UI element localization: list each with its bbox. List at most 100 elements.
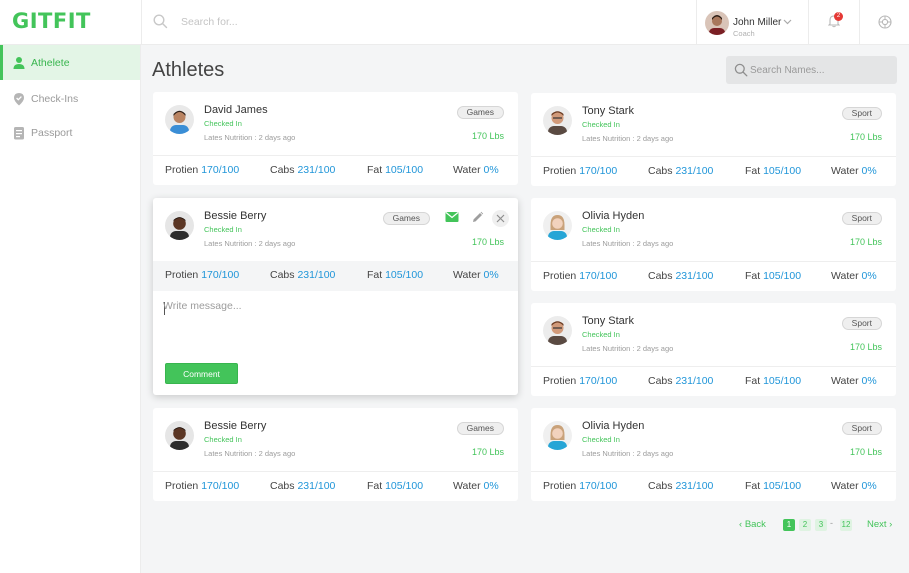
carbs-stat: Cabs 231/100: [648, 270, 714, 282]
nutrition-stats: Protien 170/100 Cabs 231/100 Fat 105/100…: [531, 156, 896, 186]
category-tag: Games: [382, 212, 430, 225]
carbs-stat: Cabs 231/100: [270, 480, 336, 492]
page-3[interactable]: 3: [815, 519, 827, 531]
page-2[interactable]: 2: [799, 519, 811, 531]
sidebar-item-athelete[interactable]: Athelete: [0, 45, 140, 80]
athlete-card[interactable]: Olivia Hyden Checked In Lates Nutrition …: [531, 198, 896, 291]
nutrition-stats: Protien 170/100 Cabs 231/100 Fat 105/100…: [531, 366, 896, 396]
checkin-status: Checked In: [204, 225, 242, 234]
page-12[interactable]: 12: [840, 519, 852, 531]
fat-stat: Fat 105/100: [745, 375, 802, 387]
water-stat: Water 0%: [831, 375, 877, 387]
athlete-name[interactable]: Olivia Hyden: [582, 420, 644, 432]
top-bar: GITFIT John Miller Coach 2: [0, 0, 909, 45]
carbs-stat: Cabs 231/100: [648, 480, 714, 492]
fat-stat: Fat 105/100: [367, 269, 424, 281]
checkin-status: Checked In: [582, 435, 620, 444]
nutrition-note: Lates Nutrition : 2 days ago: [582, 449, 674, 458]
athlete-name[interactable]: Tony Stark: [582, 105, 634, 117]
pagination-ellipsis: -: [830, 518, 833, 528]
fat-stat: Fat 105/100: [745, 270, 802, 282]
pagination-back[interactable]: ‹ Back: [739, 519, 766, 530]
athlete-card[interactable]: Tony Stark Checked In Lates Nutrition : …: [531, 93, 896, 186]
fat-stat: Fat 105/100: [745, 480, 802, 492]
protein-stat: Protien 170/100: [543, 480, 618, 492]
athlete-weight: 170 Lbs: [471, 131, 504, 141]
protein-stat: Protien 170/100: [543, 165, 618, 177]
protein-stat: Protien 170/100: [543, 375, 618, 387]
checkin-status: Checked In: [582, 120, 620, 129]
fat-stat: Fat 105/100: [367, 480, 424, 492]
nutrition-note: Lates Nutrition : 2 days ago: [582, 344, 674, 353]
category-tag: Sport: [841, 422, 882, 435]
athlete-avatar: [543, 211, 572, 240]
athlete-card[interactable]: Tony Stark Checked In Lates Nutrition : …: [531, 303, 896, 396]
search-icon: [734, 63, 748, 77]
sidebar: Athelete Check-Ins Passport: [0, 45, 141, 573]
chevron-down-icon: [783, 19, 792, 25]
water-stat: Water 0%: [831, 480, 877, 492]
carbs-stat: Cabs 231/100: [648, 375, 714, 387]
athlete-avatar: [165, 105, 194, 134]
athlete-weight: 170 Lbs: [471, 237, 504, 247]
sidebar-item-label: Passport: [31, 127, 73, 139]
category-tag: Sport: [841, 107, 882, 120]
athlete-name[interactable]: Bessie Berry: [204, 420, 266, 432]
athlete-name[interactable]: David James: [204, 104, 268, 116]
close-icon: [496, 214, 505, 223]
app-logo[interactable]: GITFIT: [12, 9, 91, 33]
user-icon: [13, 57, 25, 69]
protein-stat: Protien 170/100: [165, 480, 240, 492]
nutrition-stats: Protien 170/100 Cabs 231/100 Fat 105/100…: [153, 261, 518, 291]
category-tag: Games: [456, 422, 504, 435]
athlete-name[interactable]: Tony Stark: [582, 315, 634, 327]
athlete-card[interactable]: Olivia Hyden Checked In Lates Nutrition …: [531, 408, 896, 501]
nutrition-note: Lates Nutrition : 2 days ago: [204, 449, 296, 458]
athlete-name[interactable]: Olivia Hyden: [582, 210, 644, 222]
checkin-status: Checked In: [204, 435, 242, 444]
athlete-card[interactable]: Bessie Berry Checked In Lates Nutrition …: [153, 408, 518, 501]
passport-icon: [14, 127, 24, 140]
comment-button[interactable]: Comment: [165, 363, 238, 384]
protein-stat: Protien 170/100: [165, 164, 240, 176]
sidebar-item-label: Athelete: [31, 57, 70, 69]
protein-stat: Protien 170/100: [165, 269, 240, 281]
athlete-card[interactable]: David James Checked In Lates Nutrition :…: [153, 92, 518, 185]
page-1[interactable]: 1: [783, 519, 795, 531]
mail-icon[interactable]: [445, 211, 459, 223]
nutrition-stats: Protien 170/100 Cabs 231/100 Fat 105/100…: [153, 471, 518, 501]
nutrition-note: Lates Nutrition : 2 days ago: [582, 239, 674, 248]
water-stat: Water 0%: [453, 164, 499, 176]
water-stat: Water 0%: [831, 270, 877, 282]
category-tag: Sport: [841, 212, 882, 225]
settings-icon: [878, 15, 892, 29]
carbs-stat: Cabs 231/100: [648, 165, 714, 177]
search-icon: [153, 14, 168, 29]
message-input[interactable]: [163, 300, 508, 355]
close-button[interactable]: [492, 210, 509, 227]
athlete-name[interactable]: Bessie Berry: [204, 210, 266, 222]
carbs-stat: Cabs 231/100: [270, 164, 336, 176]
nutrition-stats: Protien 170/100 Cabs 231/100 Fat 105/100…: [531, 471, 896, 501]
water-stat: Water 0%: [453, 269, 499, 281]
global-search-input[interactable]: [181, 11, 481, 33]
water-stat: Water 0%: [453, 480, 499, 492]
settings-button[interactable]: [859, 0, 909, 45]
fat-stat: Fat 105/100: [367, 164, 424, 176]
edit-icon[interactable]: [471, 211, 484, 224]
athlete-card-expanded[interactable]: Bessie Berry Checked In Lates Nutrition …: [153, 198, 518, 395]
user-menu[interactable]: John Miller Coach: [696, 0, 808, 45]
water-stat: Water 0%: [831, 165, 877, 177]
global-search: [141, 0, 696, 45]
category-tag: Sport: [841, 317, 882, 330]
notifications-button[interactable]: 2: [808, 0, 859, 45]
pagination-next[interactable]: Next ›: [867, 519, 892, 530]
sidebar-item-check-ins[interactable]: Check-Ins: [0, 81, 140, 116]
user-avatar: [705, 11, 729, 35]
user-role: Coach: [733, 29, 755, 38]
nutrition-stats: Protien 170/100 Cabs 231/100 Fat 105/100…: [153, 155, 518, 185]
sidebar-item-passport[interactable]: Passport: [0, 115, 140, 150]
nutrition-note: Lates Nutrition : 2 days ago: [582, 134, 674, 143]
name-search-input[interactable]: [750, 62, 890, 78]
location-pin-icon: [14, 93, 24, 106]
